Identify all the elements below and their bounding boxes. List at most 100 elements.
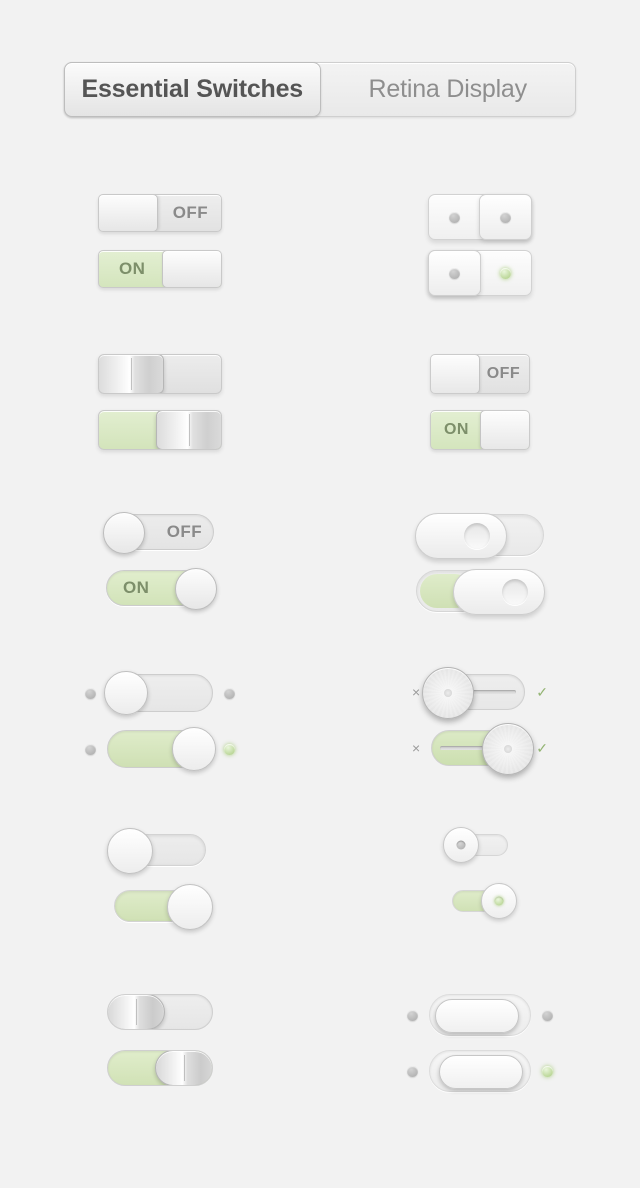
switch-inset-off[interactable] [107, 828, 206, 874]
led-indicator-off-icon [85, 743, 96, 755]
switch-knob[interactable] [435, 999, 519, 1033]
switch-state-label: OFF [172, 203, 208, 222]
switch-knob[interactable] [162, 251, 221, 287]
switch-mini-off[interactable] [443, 827, 508, 863]
switch-metal-on[interactable]: × ✓ [412, 723, 548, 775]
switch-knob[interactable] [99, 195, 158, 231]
switch-row-5 [0, 810, 640, 970]
switch-knob[interactable] [108, 995, 165, 1029]
switch-knob[interactable] [99, 355, 164, 393]
knob-dimple-icon [502, 579, 528, 605]
switch-group-two-pane-led [320, 170, 640, 330]
tab-essential-switches[interactable]: Essential Switches [64, 62, 321, 117]
switch-knob[interactable] [107, 828, 153, 874]
switch-row-3: OFF ON [0, 490, 640, 650]
segmented-control[interactable]: Essential Switches Retina Display [64, 62, 576, 117]
led-indicator-on-icon [500, 267, 511, 279]
switch-group-framed-lozenge [320, 970, 640, 1130]
switch-knob[interactable] [156, 411, 221, 449]
knob-dimple-icon [464, 523, 490, 549]
led-indicator-off-icon [224, 687, 235, 699]
switch-state-label: OFF [166, 522, 202, 541]
pane-left [429, 195, 480, 239]
switch-knob[interactable] [172, 727, 216, 771]
switch-framed-on[interactable] [407, 1050, 553, 1092]
led-indicator-off-icon [542, 1009, 553, 1021]
pane-right [480, 195, 531, 239]
switch-knob[interactable] [482, 723, 535, 775]
led-indicator-off-icon [449, 267, 460, 279]
switch-pill-on[interactable]: ON [106, 568, 217, 610]
switch-knob[interactable] [439, 1055, 523, 1089]
pane-left [429, 251, 480, 295]
led-indicator-off-icon [407, 1009, 418, 1021]
switch-group-metal-knob: × ✓ × ✓ [320, 650, 640, 810]
switch-grooved-rect-off[interactable] [98, 354, 222, 394]
switch-grooved-rect-on[interactable] [98, 410, 222, 450]
track-groove [440, 746, 485, 750]
switch-rect-on[interactable]: ON [98, 250, 222, 288]
switch-knob[interactable] [422, 667, 475, 719]
switch-knob[interactable] [103, 512, 145, 554]
switch-row-6 [0, 970, 640, 1130]
switch-twopane-on[interactable] [428, 250, 532, 296]
switch-lozenge-off[interactable] [415, 513, 544, 559]
switch-row-2: OFF ON [0, 330, 640, 490]
switch-state-label: OFF [486, 365, 520, 382]
switch-knob[interactable] [415, 513, 507, 559]
switch-grooved-pill-off[interactable] [107, 994, 213, 1030]
switch-small-rect-on[interactable]: ON [430, 410, 530, 450]
cross-icon: × [412, 740, 421, 756]
switch-group-grooved-rectangular [0, 330, 320, 490]
switch-knob[interactable] [481, 883, 517, 919]
led-indicator-off-icon [500, 211, 511, 223]
switch-group-grooved-pill [0, 970, 320, 1130]
switch-knob[interactable] [443, 827, 479, 863]
switch-framed-off[interactable] [407, 994, 553, 1036]
switch-knob[interactable] [167, 884, 213, 930]
cross-icon: × [412, 684, 421, 700]
switch-knob[interactable] [480, 411, 529, 449]
switch-small-rect-off[interactable]: OFF [430, 354, 530, 394]
led-indicator-off-icon [85, 687, 96, 699]
switch-group-small-rectangular-labelled: OFF ON [320, 330, 640, 490]
switch-row-1: OFF ON [0, 170, 640, 330]
switch-rect-off[interactable]: OFF [98, 194, 222, 232]
pane-right [480, 251, 531, 295]
switch-knob[interactable] [155, 1051, 212, 1085]
led-indicator-off-icon [407, 1065, 418, 1077]
track-groove [472, 690, 517, 694]
switch-pill-off[interactable]: OFF [103, 512, 214, 554]
tab-retina-display-label: Retina Display [368, 75, 528, 103]
switch-state-label: ON [444, 421, 469, 438]
switch-gallery: OFF ON OFF ON OFF ON × ✓ × ✓ [0, 170, 640, 1130]
switch-state-label: ON [119, 259, 146, 278]
switch-pill-led-off[interactable] [85, 671, 235, 715]
switch-group-mini-dot-knob [320, 810, 640, 970]
switch-knob[interactable] [104, 671, 148, 715]
switch-state-label: ON [123, 578, 150, 597]
switch-metal-off[interactable]: × ✓ [412, 667, 548, 719]
switch-grooved-pill-on[interactable] [107, 1050, 213, 1086]
switch-lozenge-on[interactable] [416, 569, 545, 615]
switch-group-pill-labelled: OFF ON [0, 490, 320, 650]
switch-twopane-off[interactable] [428, 194, 532, 240]
switch-group-inset-track-pill [0, 810, 320, 970]
tab-essential-switches-label: Essential Switches [81, 75, 304, 103]
check-icon: ✓ [536, 684, 548, 700]
led-indicator-on-icon [542, 1065, 553, 1077]
switch-group-rectangular-labelled: OFF ON [0, 170, 320, 330]
switch-knob[interactable] [453, 569, 545, 615]
switch-knob[interactable] [431, 355, 480, 393]
switch-group-lozenge-slider [320, 490, 640, 650]
switch-mini-on[interactable] [452, 883, 517, 919]
switch-pill-led-on[interactable] [85, 727, 235, 771]
switch-knob[interactable] [175, 568, 217, 610]
switch-inset-on[interactable] [114, 884, 213, 930]
tab-retina-display[interactable]: Retina Display [321, 63, 576, 116]
switch-row-4: × ✓ × ✓ [0, 650, 640, 810]
switch-group-pill-with-leds [0, 650, 320, 810]
led-indicator-on-icon [224, 743, 235, 755]
led-indicator-off-icon [449, 211, 460, 223]
check-icon: ✓ [536, 740, 548, 756]
